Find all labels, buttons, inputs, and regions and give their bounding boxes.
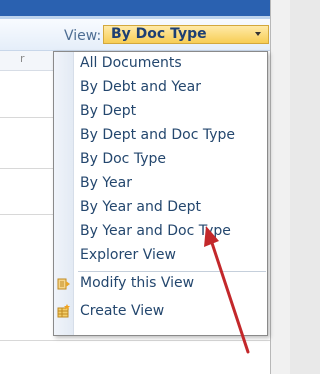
menu-item-label: By Year and Doc Type: [80, 223, 231, 239]
menu-item-explorer-view[interactable]: Explorer View: [54, 245, 267, 269]
sharepoint-view-frame: View: By Doc Type r All Documents By Deb…: [0, 0, 290, 374]
menu-item-modify-this-view[interactable]: Modify this View: [54, 273, 267, 297]
menu-item-by-year-and-dept[interactable]: By Year and Dept: [54, 197, 267, 221]
list-row-divider: [0, 168, 57, 169]
menu-item-by-dept[interactable]: By Dept: [54, 101, 267, 125]
menu-item-by-dept-and-doc-type[interactable]: By Dept and Doc Type: [54, 125, 267, 149]
list-row-divider: [0, 214, 57, 215]
menu-item-by-year[interactable]: By Year: [54, 173, 267, 197]
list-column-header: r: [0, 51, 57, 71]
view-selector-dropdown[interactable]: By Doc Type: [103, 25, 269, 44]
list-column-header-text: r: [20, 52, 25, 65]
menu-item-label: By Year: [80, 175, 132, 191]
menu-item-label: By Dept and Doc Type: [80, 127, 235, 143]
create-view-icon: [57, 304, 70, 318]
menu-item-create-view[interactable]: Create View: [54, 301, 267, 325]
menu-item-label: Create View: [80, 303, 165, 319]
top-bar: [0, 0, 270, 16]
view-label: View:: [64, 28, 102, 44]
list-bottom-divider: [0, 340, 270, 341]
menu-item-all-documents[interactable]: All Documents: [54, 53, 267, 77]
view-selector-value: By Doc Type: [111, 26, 207, 42]
menu-item-label: Modify this View: [80, 275, 195, 291]
menu-item-label: By Dept: [80, 103, 137, 119]
chevron-down-icon: [255, 32, 261, 36]
menu-item-by-debt-and-year[interactable]: By Debt and Year: [54, 77, 267, 101]
view-dropdown-menu: All Documents By Debt and Year By Dept B…: [53, 51, 268, 336]
menu-item-label: By Doc Type: [80, 151, 166, 167]
menu-item-label: Explorer View: [80, 247, 176, 263]
right-edge-panel: [270, 0, 290, 374]
menu-item-label: By Year and Dept: [80, 199, 201, 215]
menu-item-by-doc-type[interactable]: By Doc Type: [54, 149, 267, 173]
list-row-divider: [0, 117, 57, 118]
menu-separator: [78, 271, 266, 272]
menu-item-label: All Documents: [80, 55, 182, 71]
menu-item-by-year-and-doc-type[interactable]: By Year and Doc Type: [54, 221, 267, 245]
menu-item-label: By Debt and Year: [80, 79, 201, 95]
modify-view-icon: [57, 278, 70, 290]
list-column: [0, 51, 57, 374]
